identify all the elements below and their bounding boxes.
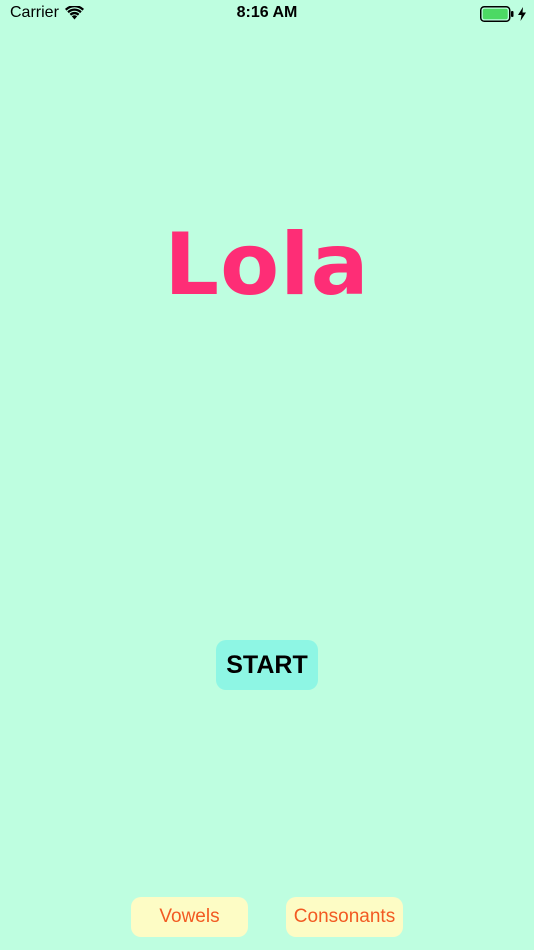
status-time: 8:16 AM — [236, 4, 298, 21]
battery-full-icon — [480, 6, 514, 22]
status-bar: Carrier 8:16 AM — [0, 0, 534, 28]
battery-group — [480, 6, 526, 22]
consonants-button[interactable]: Consonants — [286, 897, 403, 937]
vowels-button[interactable]: Vowels — [131, 897, 248, 937]
start-button[interactable]: START — [216, 640, 318, 690]
app-title: Lola — [164, 215, 370, 315]
charging-bolt-icon — [518, 7, 526, 21]
